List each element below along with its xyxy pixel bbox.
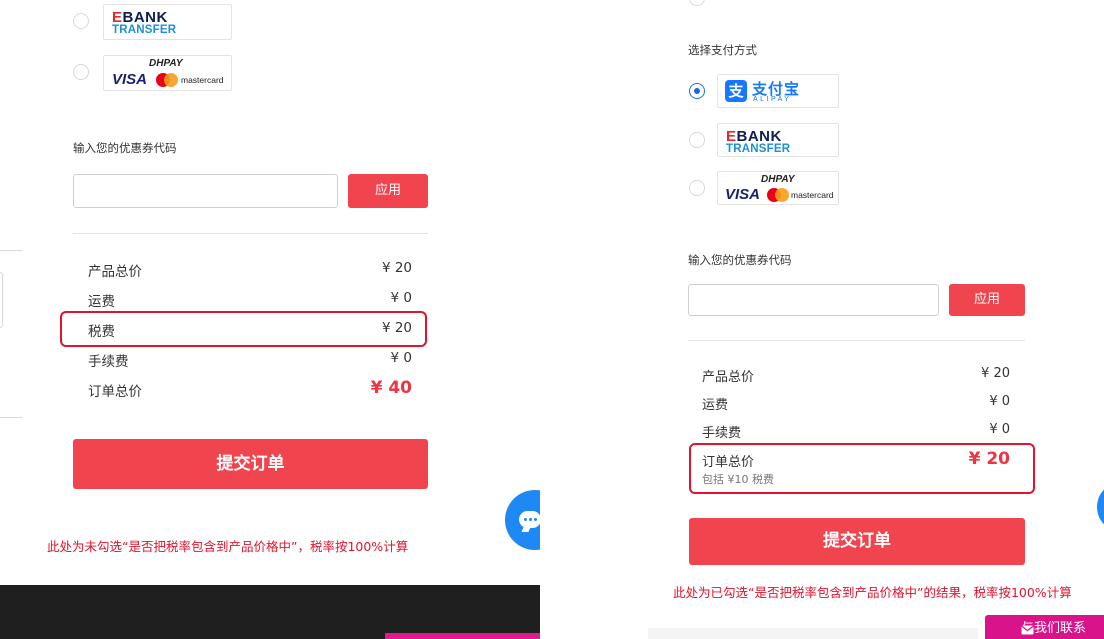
payment-card-dhpay[interactable]: DHPAY VISA mastercard	[103, 55, 232, 91]
payment-radio-dhpay[interactable]	[73, 64, 89, 80]
summary-label-fee: 手续费	[702, 426, 742, 441]
dhpay-logo: DHPAY	[149, 58, 183, 69]
side-element-edge	[0, 272, 3, 328]
apply-coupon-button[interactable]: 应用	[348, 174, 428, 208]
ebank-logo: EBANK TRANSFER	[112, 9, 177, 36]
summary-value-subtotal: ¥ 20	[381, 260, 412, 276]
checkout-panel-right: 选择支付方式 支 支付宝 ALIPAY EBANK TRANSFER DHPAY…	[540, 0, 1104, 639]
ebank-logo: EBANK TRANSFER	[726, 128, 791, 155]
side-divider-bottom	[0, 417, 22, 418]
summary-value-subtotal: ¥ 20	[981, 366, 1010, 381]
envelope-icon	[1021, 625, 1034, 635]
payment-card-dhpay[interactable]: DHPAY VISA mastercard	[717, 171, 839, 205]
contact-strip[interactable]	[385, 633, 540, 639]
footer	[0, 585, 540, 639]
coupon-input[interactable]	[688, 284, 939, 316]
chat-button[interactable]	[1097, 482, 1104, 532]
payment-radio-dhpay[interactable]	[689, 180, 705, 196]
checkout-panel-left: EBANK TRANSFER DHPAY VISA mastercard 输入您…	[0, 0, 540, 639]
summary-value-fee: ¥ 0	[989, 422, 1010, 437]
payment-radio-ebank[interactable]	[689, 132, 705, 148]
annotation-note: 此处为未勾选“是否把税率包含到产品价格中”，税率按100%计算	[47, 539, 409, 554]
summary-label-shipping: 运费	[702, 398, 729, 413]
summary-label-total: 订单总价	[88, 384, 142, 400]
payment-card-alipay[interactable]: 支 支付宝 ALIPAY	[717, 74, 839, 108]
coupon-input[interactable]	[73, 174, 338, 208]
summary-label-subtotal: 产品总价	[702, 370, 755, 385]
coupon-label: 输入您的优惠券代码	[73, 141, 177, 155]
total-highlight-box	[689, 443, 1035, 494]
summary-value-shipping: ¥ 0	[390, 290, 412, 306]
payment-radio-partial[interactable]	[689, 0, 705, 6]
payment-radio-alipay[interactable]	[689, 83, 705, 99]
contact-us-button[interactable]: 与我们联系	[985, 615, 1104, 639]
summary-label-subtotal: 产品总价	[88, 264, 142, 280]
summary-label-shipping: 运费	[88, 294, 115, 310]
payment-card-ebank[interactable]: EBANK TRANSFER	[717, 123, 839, 157]
mastercard-icon	[156, 73, 178, 87]
dhpay-logo: DHPAY	[761, 174, 795, 185]
mastercard-text: mastercard	[791, 190, 834, 200]
submit-order-button[interactable]: 提交订单	[73, 439, 428, 489]
summary-value-shipping: ¥ 0	[989, 394, 1010, 409]
mastercard-icon	[767, 188, 789, 202]
alipay-en-name: ALIPAY	[753, 96, 792, 103]
summary-value-fee: ¥ 0	[390, 350, 412, 366]
tax-highlight-box	[60, 311, 427, 347]
summary-divider	[73, 233, 428, 234]
payment-card-ebank[interactable]: EBANK TRANSFER	[103, 4, 232, 40]
chat-button[interactable]	[505, 490, 540, 550]
summary-divider	[688, 340, 1025, 341]
summary-label-fee: 手续费	[88, 354, 129, 370]
footer-edge	[648, 628, 978, 639]
alipay-icon: 支	[725, 80, 747, 102]
submit-order-button[interactable]: 提交订单	[689, 518, 1025, 565]
payment-section-title: 选择支付方式	[688, 43, 757, 57]
summary-value-total: ¥ 40	[370, 378, 412, 398]
side-divider-top	[0, 250, 22, 251]
mastercard-text: mastercard	[181, 75, 224, 85]
apply-coupon-button[interactable]: 应用	[949, 284, 1025, 316]
visa-logo: VISA	[112, 71, 148, 88]
visa-logo: VISA	[725, 186, 761, 203]
payment-radio-ebank[interactable]	[73, 13, 89, 29]
annotation-note: 此处为已勾选“是否把税率包含到产品价格中”的结果，税率按100%计算	[673, 585, 1072, 600]
coupon-label: 输入您的优惠券代码	[688, 253, 792, 267]
